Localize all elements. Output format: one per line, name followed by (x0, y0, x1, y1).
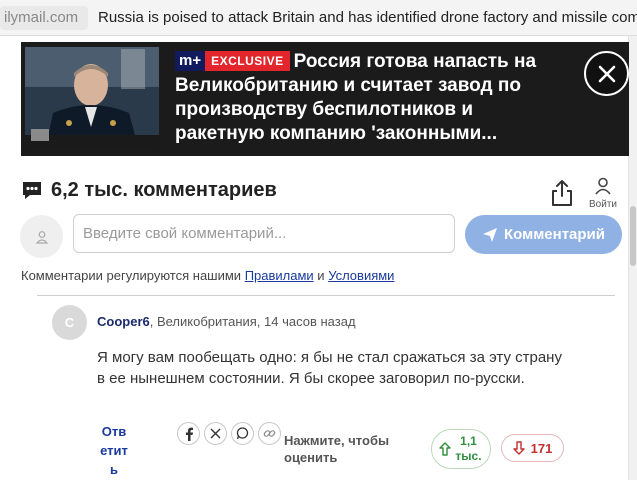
rate-label-text: Нажмите, чтобы оценить (284, 433, 390, 465)
user-icon (595, 177, 611, 195)
arrow-down-icon (512, 441, 525, 455)
share-whatsapp-button[interactable] (231, 422, 254, 445)
article-photo (25, 47, 159, 150)
comment-location-time: , Великобритания, 14 часов назад (149, 314, 356, 329)
x-icon (210, 428, 221, 439)
comment-input[interactable] (73, 214, 455, 253)
upvote-button[interactable]: 1,1 тыс. (431, 429, 491, 469)
share-facebook-button[interactable] (177, 422, 200, 445)
comment-share-row (177, 422, 281, 445)
send-icon (482, 227, 497, 242)
whatsapp-icon (236, 427, 249, 440)
close-banner-button[interactable] (584, 51, 629, 96)
exclusive-badge: EXCLUSIVE (205, 51, 290, 71)
browser-tab-strip: ilymail.com Russia is poised to attack B… (0, 0, 637, 36)
divider (37, 295, 615, 296)
rate-label: Нажмите, чтобы оценить (284, 432, 404, 466)
submit-comment-button[interactable]: Комментарий (465, 215, 622, 254)
tab-domain[interactable]: ilymail.com (0, 6, 89, 30)
brand-badge: m+ (175, 51, 206, 71)
scrollbar[interactable] (628, 36, 637, 480)
close-icon (598, 65, 615, 82)
comments-count: 6,2 тыс. комментариев (51, 178, 277, 201)
comment-meta: Cooper6, Великобритания, 14 часов назад (97, 314, 356, 329)
login-button[interactable]: Войти (586, 177, 620, 210)
comment-body: Я могу вам пообещать одно: я бы не стал … (97, 349, 562, 387)
share-link-button[interactable] (258, 422, 281, 445)
article-photo-illustration (25, 47, 159, 150)
arrow-up-icon (438, 442, 451, 456)
downvote-count: 171 (530, 440, 553, 456)
moderation-and: и (313, 268, 329, 283)
share-x-button[interactable] (204, 422, 227, 445)
submit-comment-label: Комментарий (503, 226, 605, 243)
downvote-button[interactable]: 171 (501, 434, 564, 462)
exclusive-banner[interactable]: m+ EXCLUSIVE Россия готова напасть на Вели… (21, 42, 629, 156)
login-label: Войти (589, 199, 617, 210)
commenter-avatar[interactable]: C (52, 305, 87, 340)
upvote-count: 1,1 тыс. (455, 434, 482, 463)
comments-header: 6,2 тыс. комментариев (21, 176, 277, 204)
user-placeholder-icon (35, 230, 48, 244)
moderation-prefix: Комментарии регулируются нашими (21, 268, 245, 283)
share-icon (552, 180, 572, 206)
rules-link[interactable]: Правилами (245, 268, 314, 283)
scrollbar-thumb[interactable] (630, 206, 636, 266)
facebook-icon (185, 427, 193, 441)
share-button[interactable] (549, 178, 575, 208)
tab-title[interactable]: Russia is poised to attack Britain and h… (98, 6, 637, 30)
reply-button[interactable]: Ответить (100, 422, 128, 479)
terms-link[interactable]: Условиями (328, 268, 394, 283)
current-user-avatar (20, 215, 63, 258)
link-icon (263, 430, 276, 437)
comment-author[interactable]: Cooper6 (97, 314, 150, 329)
comment-bubble-icon (23, 182, 41, 199)
moderation-notice: Комментарии регулируются нашими Правилам… (21, 268, 394, 283)
banner-headline-block[interactable]: m+ EXCLUSIVE Россия готова напасть на Вели… (175, 50, 565, 146)
